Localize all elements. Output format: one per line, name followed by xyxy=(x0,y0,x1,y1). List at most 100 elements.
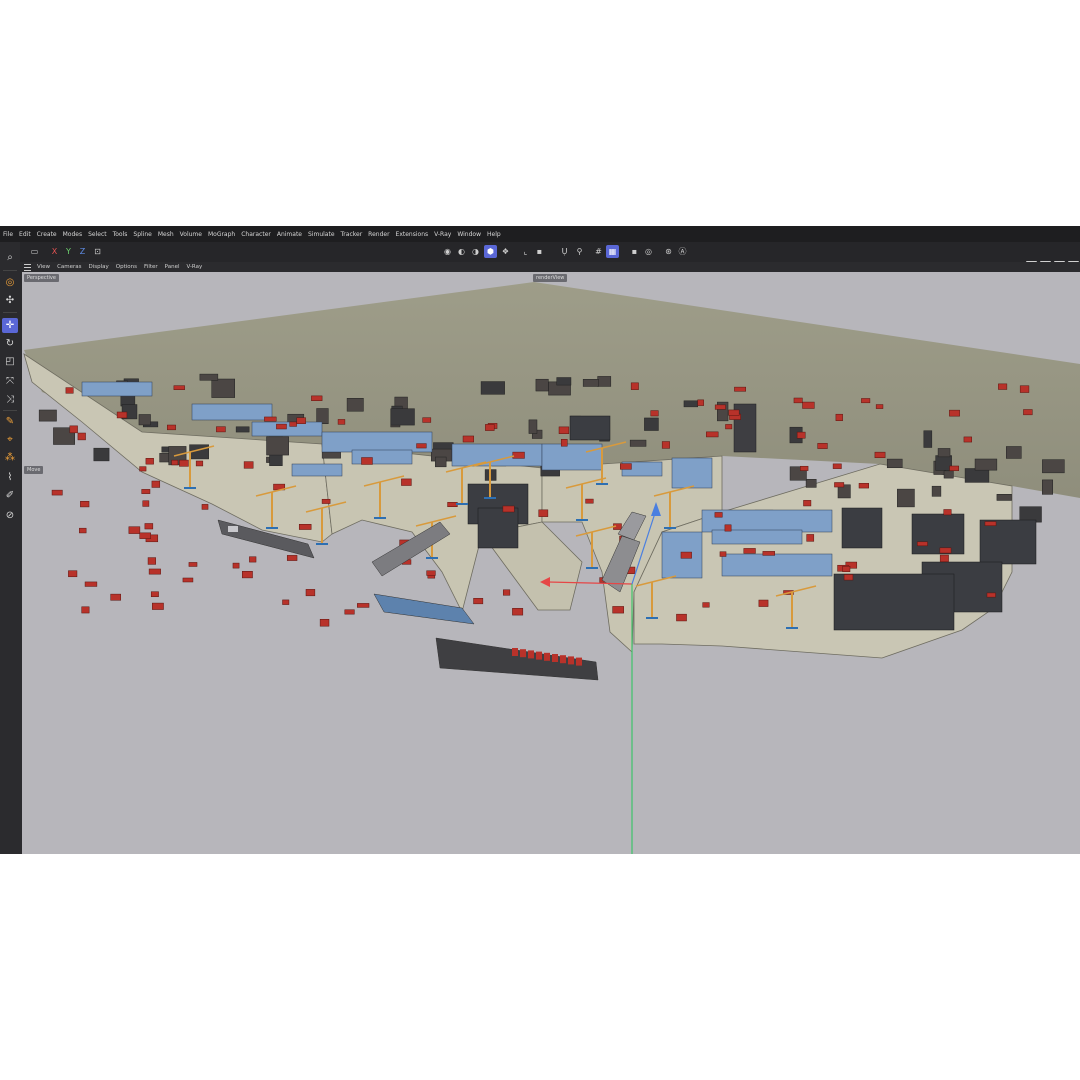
magnet-icon[interactable]: Ụ xyxy=(558,245,571,258)
container xyxy=(806,534,815,542)
vray-render-icon[interactable]: Ⓐ xyxy=(676,245,689,258)
coordinate-system-icon[interactable]: ⊡ xyxy=(91,245,104,258)
container xyxy=(171,459,179,466)
menu-create[interactable]: Create xyxy=(37,231,57,238)
menu-edit[interactable]: Edit xyxy=(19,231,31,238)
paint-brush-icon[interactable]: ⌇ xyxy=(2,470,18,485)
viewport-hamburger-icon[interactable] xyxy=(24,263,31,271)
warehouse-roof xyxy=(351,449,413,465)
container xyxy=(188,562,198,567)
container xyxy=(719,551,727,557)
camera-label[interactable]: Perspective xyxy=(24,274,59,282)
rotate-tool-icon[interactable]: ↻ xyxy=(2,336,18,351)
render-region-icon[interactable]: ◉ xyxy=(441,245,454,258)
container xyxy=(552,654,558,662)
menu-mesh[interactable]: Mesh xyxy=(158,231,174,238)
building xyxy=(528,419,538,434)
view-menu-cameras[interactable]: Cameras xyxy=(57,264,81,270)
menu-character[interactable]: Character xyxy=(241,231,271,238)
view-menu-options[interactable]: Options xyxy=(116,264,137,270)
magnet-tool-icon[interactable]: ⊘ xyxy=(2,508,18,523)
viewport-menu-bar: View Cameras Display Options Filter Pane… xyxy=(22,262,1080,272)
container xyxy=(286,555,298,561)
object-mode-icon[interactable]: ⬢ xyxy=(484,245,497,258)
container xyxy=(697,399,704,406)
render-settings-icon[interactable]: ◑ xyxy=(469,245,482,258)
render-view-icon[interactable]: ◐ xyxy=(455,245,468,258)
render-view-label[interactable]: renderView xyxy=(533,274,568,282)
sculpt-icon[interactable]: ⁂ xyxy=(2,450,18,465)
container xyxy=(544,652,550,661)
axis-x-toggle[interactable]: X xyxy=(48,245,61,258)
view-menu-panel[interactable]: Panel xyxy=(165,264,180,270)
spline-pen-icon[interactable]: ✎ xyxy=(2,414,18,429)
workplane-icon[interactable]: ▦ xyxy=(606,245,619,258)
container xyxy=(619,463,632,470)
container xyxy=(141,489,151,494)
live-selection-icon[interactable]: ✣ xyxy=(2,293,18,308)
menu-volume[interactable]: Volume xyxy=(180,231,202,238)
menu-help[interactable]: Help xyxy=(487,231,501,238)
menu-spline[interactable]: Spline xyxy=(133,231,151,238)
move-tool-icon[interactable]: ✛ xyxy=(2,318,18,333)
container xyxy=(276,423,287,430)
soft-selection-icon[interactable]: ⚲ xyxy=(573,245,586,258)
container xyxy=(875,404,884,409)
search-icon[interactable]: ⌕ xyxy=(2,250,18,265)
axis-y-toggle[interactable]: Y xyxy=(62,245,75,258)
scale-tool-icon[interactable]: ◰ xyxy=(2,354,18,369)
menu-v-ray[interactable]: V-Ray xyxy=(434,231,451,238)
material-icon[interactable]: ❖ xyxy=(499,245,512,258)
shed-roof xyxy=(979,519,1037,565)
menu-window[interactable]: Window xyxy=(457,231,481,238)
container xyxy=(282,599,290,605)
view-menu-vray[interactable]: V-Ray xyxy=(187,264,203,270)
building xyxy=(943,470,954,479)
menu-render[interactable]: Render xyxy=(368,231,389,238)
perspective-viewport[interactable]: Perspective renderView Move xyxy=(22,272,1080,854)
container xyxy=(401,478,412,486)
cinema4d-window: File Edit Create Modes Select Tools Spline Mesh… xyxy=(0,226,1080,854)
transform-tool-icon[interactable]: ⤧ xyxy=(2,374,18,389)
left-tool-palette: ⌕ ◎ ✣ ✛ ↻ ◰ ⤧ ⤨ ✎ ⌖ ⁂ ⌇ ✐ ⊘ xyxy=(0,242,20,854)
menu-simulate[interactable]: Simulate xyxy=(308,231,335,238)
spline-brush-icon[interactable]: ⌖ xyxy=(2,432,18,447)
container xyxy=(201,504,209,510)
container xyxy=(241,571,253,579)
container xyxy=(874,451,886,459)
menu-animate[interactable]: Animate xyxy=(277,231,302,238)
menu-select[interactable]: Select xyxy=(88,231,107,238)
building xyxy=(556,377,572,386)
knife-icon[interactable]: ✐ xyxy=(2,488,18,503)
axis-z-toggle[interactable]: Z xyxy=(76,245,89,258)
view-menu-filter[interactable]: Filter xyxy=(144,264,158,270)
port-scene[interactable] xyxy=(22,272,1080,854)
building xyxy=(582,379,599,387)
menu-modes[interactable]: Modes xyxy=(63,231,82,238)
container xyxy=(762,551,775,556)
container xyxy=(917,541,928,547)
container xyxy=(243,461,254,469)
vray-icon[interactable]: ⊛ xyxy=(662,245,675,258)
view-menu-display[interactable]: Display xyxy=(89,264,109,270)
menu-tracker[interactable]: Tracker xyxy=(341,231,363,238)
snap-options-icon[interactable]: ▪ xyxy=(533,245,546,258)
container xyxy=(485,424,495,431)
building xyxy=(805,479,817,488)
selection-icon[interactable]: ◎ xyxy=(2,275,18,290)
shed-roof xyxy=(911,513,965,555)
undo-icon[interactable]: ▭ xyxy=(28,245,41,258)
menu-file[interactable]: File xyxy=(3,231,13,238)
building xyxy=(38,409,57,422)
grid-icon[interactable]: # xyxy=(592,245,605,258)
snap-icon[interactable]: ⌞ xyxy=(519,245,532,258)
placement-tool-icon[interactable]: ⤨ xyxy=(2,392,18,407)
container xyxy=(800,465,809,471)
view-menu-view[interactable]: View xyxy=(37,264,50,270)
target-icon[interactable]: ◎ xyxy=(642,245,655,258)
warehouse-roof xyxy=(711,529,803,545)
menu-extensions[interactable]: Extensions xyxy=(396,231,429,238)
solo-icon[interactable]: ▪ xyxy=(628,245,641,258)
menu-tools[interactable]: Tools xyxy=(113,231,128,238)
menu-mograph[interactable]: MoGraph xyxy=(208,231,235,238)
